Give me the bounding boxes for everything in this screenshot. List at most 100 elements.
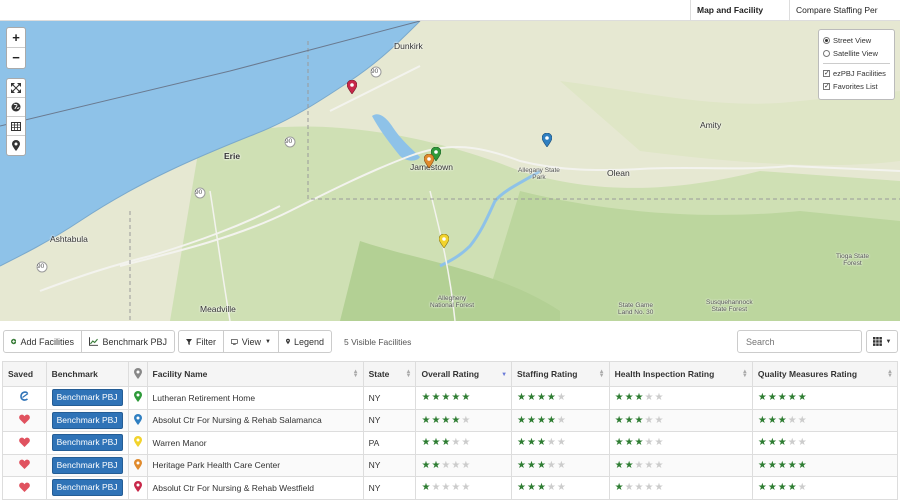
saved-cell[interactable]: [2, 386, 47, 410]
pin-cell: [127, 386, 148, 410]
star-filled-icon: ★: [536, 482, 547, 494]
column-toggle-button[interactable]: ▼: [866, 330, 898, 353]
benchmark-pbj-button[interactable]: Benchmark PBJ: [51, 456, 123, 474]
benchmark-pbj-button[interactable]: Benchmark PBJ: [51, 479, 123, 497]
facility-name-cell[interactable]: Lutheran Retirement Home: [146, 386, 364, 410]
search-input[interactable]: [737, 330, 862, 353]
star-filled-icon: ★: [614, 392, 625, 404]
benchmark-pbj-button[interactable]: Benchmark PBJ: [51, 411, 123, 429]
layer-ezpbj-facilities[interactable]: ✓ ezPBJ Facilities: [823, 67, 890, 80]
col-saved[interactable]: Saved: [2, 361, 47, 387]
expand-icon[interactable]: [7, 79, 25, 98]
star-filled-icon: ★: [451, 392, 462, 404]
facility-name-cell[interactable]: Absolut Ctr For Nursing & Rehab Westfiel…: [146, 476, 364, 500]
heart-icon[interactable]: [18, 459, 30, 470]
col-staffing-rating[interactable]: Staffing Rating ▲ ▼: [511, 361, 610, 387]
star-empty-icon: ★: [644, 414, 655, 426]
pin-cell: [127, 476, 148, 500]
table-row[interactable]: Benchmark PBJ Heritage Park Health Care C…: [2, 453, 899, 477]
line-chart-icon: [89, 337, 99, 346]
saved-cell[interactable]: [2, 476, 47, 500]
view-dropdown-button[interactable]: View ▼: [223, 330, 279, 353]
health-inspection-rating-cell: ★★★★★: [608, 386, 753, 410]
star-filled-icon: ★: [421, 459, 432, 471]
sort-icon: ▲ ▼: [352, 369, 359, 379]
benchmark-pbj-toolbar-button[interactable]: Benchmark PBJ: [81, 330, 175, 353]
benchmark-pbj-button[interactable]: Benchmark PBJ: [51, 389, 123, 407]
col-state[interactable]: State ▲ ▼: [362, 361, 417, 387]
star-rating: ★★★★★: [421, 392, 471, 403]
street-view-radio[interactable]: [823, 37, 830, 44]
map-pin-icon: [133, 458, 142, 470]
tab-compare-staffing[interactable]: Compare Staffing Per Facility: [789, 0, 900, 35]
heart-icon[interactable]: [18, 437, 30, 447]
favorites-checkbox[interactable]: ✓: [823, 83, 830, 90]
highway-90-label: 90: [195, 189, 203, 196]
star-empty-icon: ★: [451, 482, 462, 494]
star-empty-icon: ★: [441, 459, 452, 471]
table-row[interactable]: Benchmark PBJ Warren Manor PA ★★★★★ ★★★★★ ★★★…: [2, 431, 899, 455]
add-facilities-button[interactable]: Add Facilities: [3, 330, 82, 353]
globe-icon[interactable]: [7, 98, 25, 117]
saved-cell[interactable]: [2, 431, 47, 455]
col-benchmark[interactable]: Benchmark: [45, 361, 129, 387]
facility-name-cell[interactable]: Warren Manor: [146, 431, 364, 455]
facility-name-cell[interactable]: Absolut Ctr For Nursing & Rehab Salamanc…: [146, 408, 364, 432]
ezpbj-icon[interactable]: [19, 391, 30, 402]
benchmark-cell: Benchmark PBJ: [45, 386, 129, 410]
facility-marker-blue[interactable]: [542, 133, 552, 147]
satellite-view-radio[interactable]: [823, 50, 830, 57]
star-filled-icon: ★: [421, 392, 432, 404]
map-layer-panel: Street View Satellite View ✓ ezPBJ Facili…: [818, 29, 895, 100]
star-filled-icon: ★: [517, 392, 527, 404]
benchmark-pbj-button[interactable]: Benchmark PBJ: [51, 434, 123, 452]
facility-marker-red[interactable]: [347, 80, 357, 94]
zoom-in-button[interactable]: +: [7, 28, 25, 48]
saved-cell[interactable]: [2, 453, 47, 477]
layer-favorites-list[interactable]: ✓ Favorites List: [823, 80, 890, 93]
map-pin-icon[interactable]: [7, 136, 25, 155]
saved-cell[interactable]: [2, 408, 47, 432]
table-row[interactable]: Benchmark PBJ Absolut Ctr For Nursing & R…: [2, 408, 899, 432]
col-pin[interactable]: [127, 361, 148, 387]
star-rating: ★★★★★: [758, 437, 808, 448]
filter-button[interactable]: Filter: [178, 330, 224, 353]
overall-rating-cell: ★★★★★: [415, 453, 513, 477]
city-label-olean: Olean: [607, 168, 630, 178]
star-filled-icon: ★: [461, 392, 472, 404]
col-overall-rating[interactable]: Overall Rating ▼: [415, 361, 513, 387]
pin-cell: [127, 431, 148, 455]
sort-icon: ▲ ▼: [598, 369, 605, 379]
caret-down-icon: ▼: [885, 338, 892, 345]
star-filled-icon: ★: [787, 482, 798, 494]
star-filled-icon: ★: [431, 392, 442, 404]
col-health-inspection-rating[interactable]: Health Inspection Rating ▲ ▼: [608, 361, 753, 387]
facility-map[interactable]: 90 90 90 90 Dunkirk Erie Jamestown Olean…: [0, 21, 900, 321]
star-empty-icon: ★: [546, 459, 557, 471]
table-icon[interactable]: [7, 117, 25, 136]
ezpbj-checkbox[interactable]: ✓: [823, 70, 830, 77]
table-row[interactable]: Benchmark PBJ Lutheran Retirement Home NY ★…: [2, 386, 899, 410]
tab-map-facility-search[interactable]: Map and Facility Search: [690, 0, 789, 35]
star-filled-icon: ★: [624, 392, 635, 404]
heart-icon[interactable]: [18, 414, 30, 425]
heart-icon[interactable]: [18, 482, 30, 492]
col-facility-name[interactable]: Facility Name ▲ ▼: [146, 361, 364, 387]
col-quality-measures-rating[interactable]: Quality Measures Rating ▲ ▼: [751, 361, 899, 387]
star-empty-icon: ★: [644, 392, 655, 404]
facility-name-cell[interactable]: Heritage Park Health Care Center: [146, 453, 364, 477]
facility-marker-yellow[interactable]: [439, 234, 449, 248]
table-row[interactable]: Benchmark PBJ Absolut Ctr For Nursing & R…: [2, 476, 899, 500]
layer-street-view[interactable]: Street View: [823, 34, 890, 47]
legend-button[interactable]: Legend: [278, 330, 332, 353]
benchmark-cell: Benchmark PBJ: [45, 431, 129, 455]
caret-down-icon: ▼: [265, 338, 271, 345]
star-filled-icon: ★: [431, 414, 442, 426]
star-rating: ★★★★★: [517, 392, 567, 403]
layer-satellite-view[interactable]: Satellite View: [823, 47, 890, 60]
city-label-dunkirk: Dunkirk: [394, 41, 423, 51]
facility-marker-orange[interactable]: [424, 154, 434, 168]
zoom-out-button[interactable]: −: [7, 48, 25, 68]
star-filled-icon: ★: [546, 414, 557, 426]
star-filled-icon: ★: [536, 414, 547, 426]
